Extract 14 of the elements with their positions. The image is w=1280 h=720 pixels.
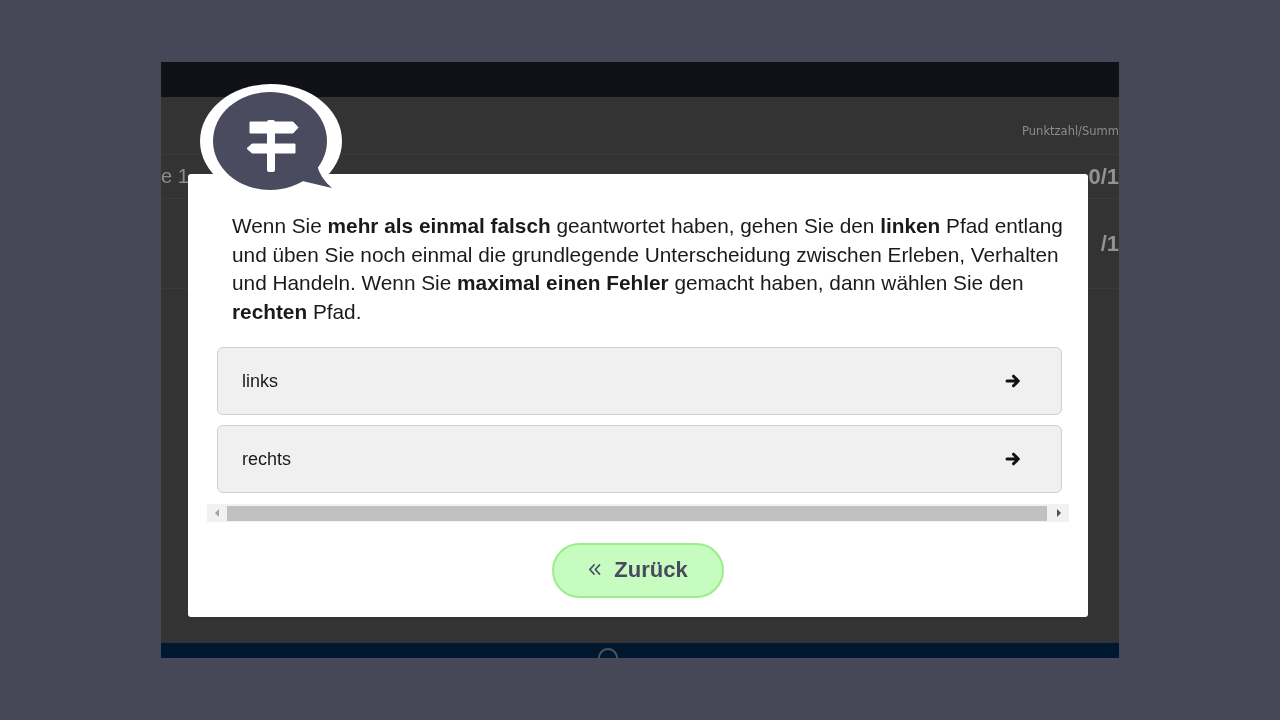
back-button[interactable]: Zurück	[552, 543, 724, 598]
dialog-message: Wenn Sie mehr als einmal falsch geantwortet haben, gehen Sie den linken Pfad entlang und üben Sie noch einmal die grundlegende Unterscheidung zwischen Erleben, Verhalten und Handeln. Wenn Sie maximal einen Fehler gemacht haben, dann wählen Sie den rechten Pfad.	[232, 213, 1064, 325]
arrow-right-icon	[1005, 452, 1021, 466]
double-chevron-left-icon	[588, 563, 602, 576]
score-text: /1	[1100, 230, 1119, 257]
choice-button[interactable]: rechts	[217, 425, 1062, 493]
choice-button[interactable]: links	[217, 347, 1062, 415]
horizontal-scrollbar[interactable]	[207, 504, 1069, 522]
row-label: e 1	[161, 165, 189, 188]
score-heading: Punktzahl/Summ	[1022, 124, 1119, 138]
ring-icon	[597, 647, 619, 658]
scrollbar-thumb[interactable]	[227, 505, 1047, 521]
score-text: 0/1	[1088, 163, 1119, 190]
arrow-right-icon	[1005, 374, 1021, 388]
